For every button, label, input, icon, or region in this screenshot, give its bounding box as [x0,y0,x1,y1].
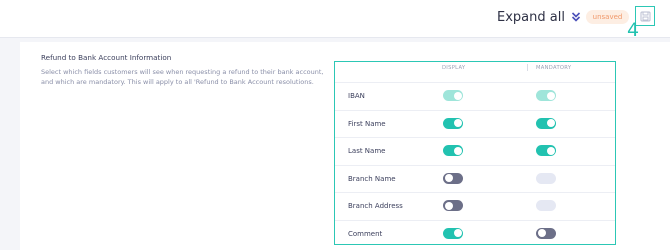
display-toggle[interactable] [443,227,463,239]
section-description: Select which fields customers will see w… [41,68,324,86]
table-row: Comment [335,219,615,248]
field-label: Branch Address [348,202,403,210]
section-title: Refund to Bank Account Information [41,53,172,62]
save-icon [640,11,650,21]
mandatory-toggle[interactable] [536,117,556,129]
mandatory-toggle [536,90,556,101]
mandatory-toggle[interactable] [536,227,556,239]
field-label: Last Name [348,147,386,155]
column-header-display: DISPLAY [442,65,466,71]
column-divider [527,64,528,71]
mandatory-toggle [536,172,556,184]
display-toggle[interactable] [443,200,463,211]
mandatory-toggle[interactable] [536,145,556,156]
field-label: Branch Name [348,174,396,183]
display-toggle [443,90,463,101]
field-label: First Name [348,119,386,128]
field-label: IBAN [348,92,365,100]
table-header: DISPLAY MANDATORY [335,62,615,74]
column-header-mandatory: MANDATORY [536,65,572,71]
table-row: First Name [335,109,615,138]
expand-all-label: Expand all [497,9,565,25]
fields-table: DISPLAY MANDATORY IBAN First Name Last N… [334,61,616,245]
display-toggle[interactable] [443,117,463,129]
expand-all-button[interactable]: Expand all [497,7,581,27]
table-row: Branch Address [335,192,615,220]
field-label: Comment [348,229,383,238]
table-row: Branch Name [335,164,615,193]
display-toggle[interactable] [443,172,463,184]
table-row: Last Name [335,137,615,165]
mandatory-toggle [536,200,556,211]
table-row: IBAN [335,82,615,110]
display-toggle[interactable] [443,145,463,156]
top-bar: Expand all unsaved [0,0,670,38]
callout-4-marker: 4 [627,19,640,41]
double-chevron-down-icon [571,12,581,22]
status-badge: unsaved [586,10,629,24]
